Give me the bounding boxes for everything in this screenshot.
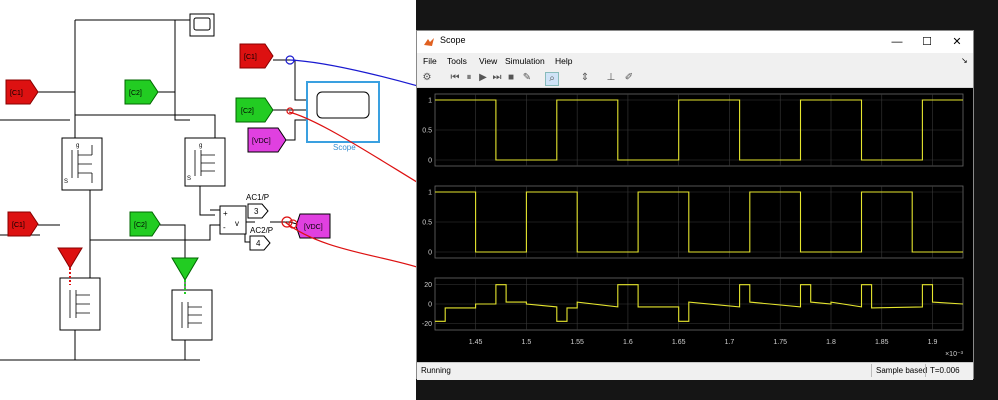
panel-1-ytick-label: 0 (428, 250, 432, 257)
highlight-icon[interactable]: ✎ (521, 72, 533, 84)
step-forward-icon[interactable]: ⏭ (491, 72, 503, 84)
scope-title: Scope (440, 35, 466, 45)
stop-icon[interactable]: ■ (505, 72, 517, 84)
tag-c2-top-label: [C2] (129, 90, 142, 97)
mosfet-q4[interactable] (171, 289, 213, 341)
tag-scope-c2[interactable]: [C2] (235, 97, 274, 123)
tag-c2-bottom-label: [C2] (134, 222, 147, 229)
close-button[interactable]: ✕ (943, 33, 971, 51)
x-tick-label: 1.8 (826, 339, 836, 346)
settings-icon[interactable]: ⚙ (421, 72, 433, 84)
scope-plots-svg: 1 0.5 0 1 0.5 0 20 0 -20 1.45 1.5 1.55 1.6 1.65 1.7 1.7… (422, 93, 964, 358)
panel-1-ytick-label: 1 (428, 190, 432, 197)
menu-file[interactable]: File (423, 56, 437, 66)
play-icon[interactable]: ▶ (477, 72, 489, 84)
scope-window[interactable]: Scope — ☐ ✕ File Tools View Simulation H… (416, 30, 974, 380)
q2-s-label: S (187, 176, 191, 182)
panel-2-ytick-label: -20 (422, 321, 432, 328)
x-tick-label: 1.75 (773, 339, 787, 346)
panel-0-ytick-label: 0 (428, 158, 432, 165)
menu-view[interactable]: View (479, 56, 497, 66)
x-multiplier-label: ×10⁻³ (945, 351, 964, 358)
status-mode: Sample based (871, 364, 931, 377)
minimize-button[interactable]: — (883, 33, 911, 51)
port-ac1-label: AC1/P (246, 193, 269, 202)
edit-icon[interactable]: ✐ (623, 72, 635, 84)
tag-scope-c1-label: [C1] (244, 54, 257, 61)
sensor-minus: - (223, 223, 226, 232)
dock-icon[interactable]: ↘ (961, 56, 968, 65)
status-time: T=0.006 (925, 364, 964, 377)
tag-vdc-out[interactable]: [VDC] (295, 213, 331, 239)
x-tick-label: 1.5 (522, 339, 532, 346)
scope-block-label: Scope (333, 143, 356, 152)
port-3-label: 3 (254, 207, 259, 216)
x-tick-label: 1.65 (672, 339, 686, 346)
scope-plot-area[interactable]: 1 0.5 0 1 0.5 0 20 0 -20 1.45 1.5 1.55 1.6 1.65 1.7 1.7… (417, 88, 973, 362)
scale-icon[interactable]: ⇕ (579, 72, 591, 84)
rewind-icon[interactable]: ⏮ (449, 72, 461, 84)
x-tick-label: 1.55 (570, 339, 584, 346)
scope-toolbar: ⚙ ⏮ ⏸ ▶ ⏭ ■ ✎ ⌕ ⇕ ⊥ ✐ (417, 69, 973, 88)
status-text: Running (421, 366, 451, 375)
port-4-label: 4 (256, 239, 261, 248)
scope-block[interactable]: Scope (306, 81, 380, 152)
sensor-v: v (235, 219, 239, 228)
q2-g-label: g (199, 143, 202, 149)
tag-scope-vdc-label: [VDC] (252, 138, 271, 145)
menu-tools[interactable]: Tools (447, 56, 467, 66)
panel-1-ytick-label: 0.5 (422, 220, 432, 227)
x-tick-label: 1.45 (469, 339, 483, 346)
menu-help[interactable]: Help (555, 56, 572, 66)
x-tick-label: 1.6 (623, 339, 633, 346)
menu-simulation[interactable]: Simulation (505, 56, 545, 66)
panel-0-ytick-label: 0.5 (422, 128, 432, 135)
scope-menubar: File Tools View Simulation Help ↘ (417, 53, 973, 69)
mosfet-q3[interactable] (59, 277, 101, 331)
panel-2-ytick-label: 20 (424, 282, 432, 289)
voltage-sensor[interactable]: + - v (219, 205, 247, 235)
q1-g-label: g (76, 143, 79, 149)
tag-scope-vdc[interactable]: [VDC] (247, 127, 287, 153)
panel-2-ytick-label: 0 (428, 302, 432, 309)
scope-titlebar[interactable]: Scope — ☐ ✕ (417, 31, 973, 53)
mosfet-q1[interactable]: S g (61, 137, 103, 191)
matlab-icon (424, 38, 434, 46)
x-tick-label: 1.85 (875, 339, 889, 346)
scope-statusbar: Running Sample based T=0.006 (417, 362, 973, 380)
maximize-button[interactable]: ☐ (913, 33, 941, 51)
cursor-measure-icon[interactable]: ⊥ (605, 72, 617, 84)
tag-scope-c2-label: [C2] (241, 108, 254, 115)
x-tick-label: 1.9 (928, 339, 938, 346)
q1-s-label: S (64, 179, 68, 185)
x-tick-label: 1.7 (725, 339, 735, 346)
tag-c1-top-label: [C1] (10, 90, 23, 97)
port-ac2-label: AC2/P (250, 226, 273, 235)
pause-icon[interactable]: ⏸ (463, 72, 475, 84)
panel-0-ytick-label: 1 (428, 98, 432, 105)
mosfet-q2[interactable]: S g (184, 137, 226, 187)
tag-vdc-out-label: [VDC] (304, 224, 323, 231)
sensor-plus: + (223, 209, 228, 218)
tag-c1-bottom-label: [C1] (12, 222, 25, 229)
zoom-icon[interactable]: ⌕ (545, 72, 559, 86)
